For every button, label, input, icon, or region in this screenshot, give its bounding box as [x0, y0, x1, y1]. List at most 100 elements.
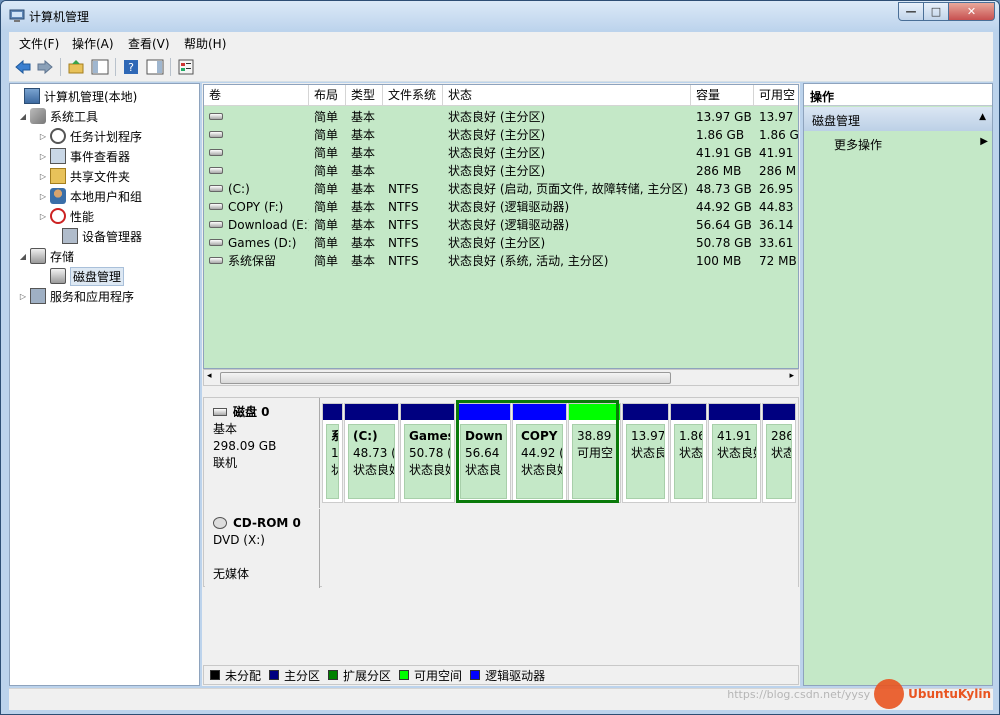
show-hide-action-pane-icon[interactable] — [144, 57, 166, 77]
horizontal-scrollbar[interactable]: ◂ ▸ — [203, 369, 799, 386]
expand-arrow-icon[interactable]: ▷ — [38, 212, 48, 221]
type-cell: 基本 — [351, 254, 376, 268]
collapse-triangle-icon[interactable]: ▲ — [979, 112, 986, 122]
actions-section-disk-management[interactable]: 磁盘管理 ▲ — [804, 107, 992, 131]
cdrom-0-info[interactable]: CD-ROM 0 DVD (X:) 无媒体 — [205, 509, 320, 588]
volume-row[interactable]: Games (D:) 简单 基本 NTFS 状态良好 (主分区) 50.78 GB 33.6… — [204, 234, 798, 252]
title-bar[interactable]: 计算机管理 — □ ✕ — [1, 1, 999, 31]
partition-block[interactable]: 系1 状 — [322, 403, 343, 503]
tree-shared-folders[interactable]: ▷ 共享文件夹 — [38, 167, 130, 185]
status-cell: 状态良好 (主分区) — [448, 128, 546, 142]
menu-file[interactable]: 文件(F) — [19, 35, 59, 52]
tree-computer-management[interactable]: 计算机管理(本地) — [12, 87, 137, 105]
expand-arrow-icon[interactable]: ▷ — [38, 172, 48, 181]
partition-block[interactable]: 41.91 (状态良好 — [708, 403, 761, 503]
disk-management-pane: 卷 布局 类型 文件系统 状态 容量 可用空 简单 基本 状态良好 (主分区) 13.… — [202, 83, 800, 686]
collapse-arrow-icon[interactable]: ◢ — [18, 112, 28, 121]
layout-cell: 简单 — [314, 236, 339, 250]
legend-extended: 扩展分区 — [328, 667, 391, 684]
menu-help[interactable]: 帮助(H) — [184, 35, 226, 52]
partition-status: 状 — [331, 462, 338, 479]
maximize-button[interactable]: □ — [924, 2, 949, 21]
expand-arrow-icon[interactable]: ▷ — [38, 132, 48, 141]
partition-block[interactable]: 1.86 状态 — [670, 403, 707, 503]
partition-status: 状态良好 — [409, 463, 450, 477]
tree-performance[interactable]: ▷ 性能 — [38, 207, 94, 225]
tree-device-manager[interactable]: 设备管理器 — [50, 227, 142, 245]
volume-row[interactable]: 简单 基本 状态良好 (主分区) 286 MB 286 M — [204, 162, 798, 180]
scroll-right-icon[interactable]: ▸ — [789, 371, 794, 381]
column-header-filesystem[interactable]: 文件系统 — [383, 85, 443, 106]
volume-row[interactable]: 简单 基本 状态良好 (主分区) 13.97 GB 13.97 ( — [204, 108, 798, 126]
partition-body: 286 状态 — [766, 424, 792, 499]
volume-row[interactable]: (C:) 简单 基本 NTFS 状态良好 (启动, 页面文件, 故障转储, 主分区) 48… — [204, 180, 798, 198]
minimize-button[interactable]: — — [898, 2, 924, 21]
tree-disk-management[interactable]: 磁盘管理 — [38, 266, 125, 286]
collapse-arrow-icon[interactable]: ◢ — [18, 252, 28, 261]
expand-arrow-icon[interactable]: ▷ — [38, 192, 48, 201]
menu-action[interactable]: 操作(A) — [72, 35, 114, 52]
expand-arrow-icon[interactable]: ▷ — [38, 152, 48, 161]
forward-arrow-icon[interactable] — [34, 57, 56, 77]
partition-block[interactable]: 286 状态 — [762, 403, 796, 503]
close-button[interactable]: ✕ — [949, 2, 995, 21]
volume-name-cell: (C:) — [204, 180, 309, 198]
scrollbar-thumb[interactable] — [220, 372, 671, 384]
column-header-status[interactable]: 状态 — [443, 85, 691, 106]
tree-system-tools[interactable]: ◢ 系统工具 — [18, 107, 98, 125]
partition-block[interactable]: 13.97 状态良 — [622, 403, 669, 503]
column-header-type[interactable]: 类型 — [346, 85, 383, 106]
more-actions-item[interactable]: 更多操作 ▶ — [834, 136, 988, 154]
capacity-cell: 44.92 GB — [696, 200, 752, 214]
computer-management-window: 计算机管理 — □ ✕ 文件(F) 操作(A) 查看(V) 帮助(H) ? 计算… — [0, 0, 1000, 715]
partition-size: 48.73 ( — [353, 446, 395, 460]
expand-arrow-icon[interactable]: ▷ — [18, 292, 28, 301]
disk-0-info[interactable]: 磁盘 0 基本 298.09 GB 联机 — [205, 398, 320, 508]
partition-type-bar — [763, 404, 795, 420]
partition-block[interactable]: Games 50.78 (状态良好 — [400, 403, 455, 503]
computer-management-icon — [9, 9, 25, 22]
volume-name-cell — [204, 126, 309, 144]
volume-row[interactable]: 简单 基本 状态良好 (主分区) 1.86 GB 1.86 G — [204, 126, 798, 144]
filesystem-cell — [383, 126, 443, 144]
menu-view[interactable]: 查看(V) — [128, 35, 170, 52]
volume-name-cell: Download (E:) — [204, 216, 309, 234]
tree-storage[interactable]: ◢ 存储 — [18, 247, 74, 265]
scroll-left-icon[interactable]: ◂ — [207, 371, 212, 381]
type-cell: 基本 — [351, 128, 376, 142]
partition-type-bar — [709, 404, 760, 420]
layout-cell: 简单 — [314, 128, 339, 142]
capacity-cell: 13.97 GB — [696, 110, 752, 124]
show-hide-tree-icon[interactable] — [89, 57, 111, 77]
capacity-cell: 56.64 GB — [696, 218, 752, 232]
type-cell: 基本 — [351, 164, 376, 178]
capacity-cell: 1.86 GB — [696, 128, 745, 142]
volume-list: 卷 布局 类型 文件系统 状态 容量 可用空 简单 基本 状态良好 (主分区) 13.… — [203, 84, 799, 369]
column-header-layout[interactable]: 布局 — [309, 85, 346, 106]
type-cell: 基本 — [351, 182, 376, 196]
status-cell: 状态良好 (逻辑驱动器) — [448, 218, 570, 232]
volume-row[interactable]: 系统保留 简单 基本 NTFS 状态良好 (系统, 活动, 主分区) 100 MB 72 M… — [204, 252, 798, 270]
tree-event-viewer[interactable]: ▷ 事件查看器 — [38, 147, 130, 165]
tree-task-scheduler[interactable]: ▷ 任务计划程序 — [38, 127, 142, 145]
up-folder-icon[interactable] — [65, 57, 87, 77]
type-cell: 基本 — [351, 218, 376, 232]
partition-name: Games — [409, 429, 451, 443]
properties-icon[interactable] — [175, 57, 197, 77]
help-icon[interactable]: ? — [120, 57, 142, 77]
back-arrow-icon[interactable] — [12, 57, 34, 77]
volume-row[interactable]: Download (E:) 简单 基本 NTFS 状态良好 (逻辑驱动器) 56.64 G… — [204, 216, 798, 234]
tree-local-users-groups[interactable]: ▷ 本地用户和组 — [38, 187, 142, 205]
free-space-cell: 72 MB — [759, 254, 797, 268]
partition-block[interactable]: (C:) 48.73 (状态良好 — [344, 403, 399, 503]
tree-services-applications[interactable]: ▷ 服务和应用程序 — [18, 287, 134, 305]
volume-row[interactable]: 简单 基本 状态良好 (主分区) 41.91 GB 41.91 ( — [204, 144, 798, 162]
status-cell: 状态良好 (主分区) — [448, 146, 546, 160]
cdrom-0-drive: DVD (X:) — [213, 533, 265, 547]
volume-row[interactable]: COPY (F:) 简单 基本 NTFS 状态良好 (逻辑驱动器) 44.92 GB 44.… — [204, 198, 798, 216]
column-header-free-space[interactable]: 可用空 — [754, 85, 798, 106]
column-header-volume[interactable]: 卷 — [204, 85, 309, 106]
column-header-capacity[interactable]: 容量 — [691, 85, 754, 106]
volume-name-cell: COPY (F:) — [204, 198, 309, 216]
type-cell: 基本 — [351, 236, 376, 250]
